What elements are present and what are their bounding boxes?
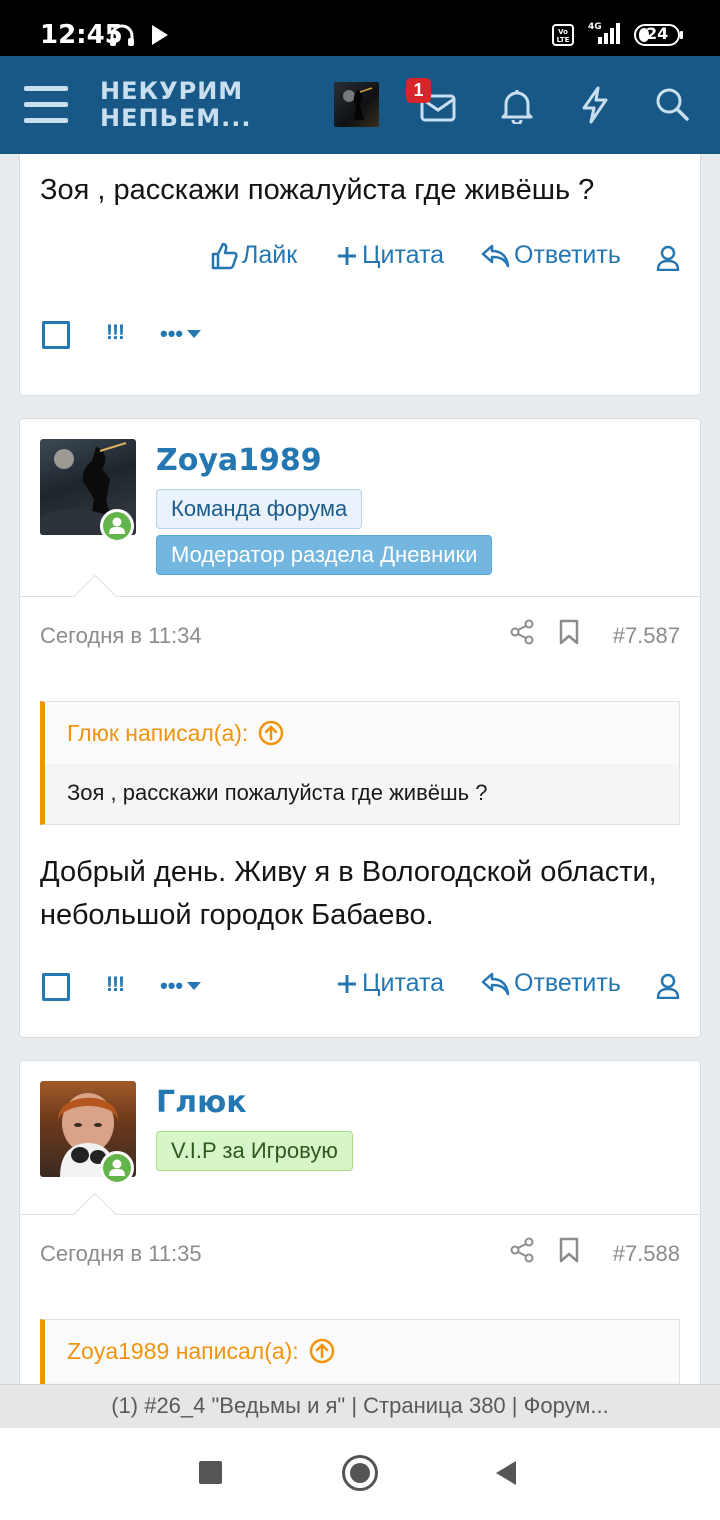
plus-icon — [338, 974, 356, 993]
logo-line-2: НЕПЬЕМ... — [100, 104, 252, 132]
user-title-badge: V.I.P за Игровую — [156, 1131, 353, 1171]
play-icon — [150, 24, 170, 51]
volte-icon: Vo LTE — [552, 24, 574, 51]
post: Зоя , расскажи пожалуйста где живёшь ? Л… — [19, 154, 701, 396]
svg-text:Vo: Vo — [558, 28, 568, 36]
quote-text: Зоя , расскажи пожалуйста где живёшь ? — [67, 780, 488, 805]
plus-icon — [338, 246, 356, 265]
user-avatar[interactable] — [334, 82, 379, 127]
post-author: Глюк V.I.P за Игровую — [20, 1061, 700, 1236]
recents-icon[interactable] — [199, 1461, 222, 1484]
menu-icon[interactable] — [24, 86, 68, 124]
post-date[interactable]: Сегодня в 11:35 — [40, 1241, 202, 1267]
post-number[interactable]: #7.587 — [613, 623, 680, 649]
signal-icon: 4G — [582, 20, 624, 51]
battery-icon: 24 — [634, 23, 684, 52]
reply-icon — [481, 972, 510, 995]
quote-button[interactable]: Цитата — [336, 969, 444, 998]
logo-line-1: НЕКУРИМ — [100, 77, 244, 105]
arrow-up-circle-icon — [309, 1338, 334, 1364]
lightning-icon[interactable] — [580, 86, 610, 129]
more-menu-button[interactable]: ••• — [160, 973, 202, 999]
report-button[interactable]: !!! — [106, 321, 125, 345]
reply-label: Ответить — [514, 969, 621, 997]
quote-block: Zoya1989 написал(а): — [40, 1319, 680, 1384]
share-icon[interactable] — [510, 1237, 534, 1268]
user-icon[interactable] — [656, 245, 680, 271]
user-role-badge: Модератор раздела Дневники — [156, 535, 493, 575]
reply-button[interactable]: Ответить — [480, 241, 621, 270]
author-username[interactable]: Zoya1989 — [156, 443, 322, 478]
thread-content: Зоя , расскажи пожалуйста где живёшь ? Л… — [0, 154, 720, 1384]
quote-button[interactable]: Цитата — [336, 241, 444, 270]
home-icon[interactable] — [342, 1455, 378, 1491]
notification-badge: 1 — [406, 78, 431, 103]
quote-author-link[interactable]: Zoya1989 написал(а): — [45, 1320, 679, 1382]
reply-button[interactable]: Ответить — [480, 969, 621, 998]
quote-author-link[interactable]: Глюк написал(а): — [45, 702, 679, 764]
author-username[interactable]: Глюк — [156, 1085, 247, 1120]
author-caret — [73, 574, 117, 618]
post-text: Добрый день. Живу я в Вологодской област… — [40, 856, 657, 931]
post: Zoya1989 Команда форума Модератор раздел… — [19, 418, 701, 1038]
select-checkbox[interactable] — [42, 321, 70, 349]
quote-author: Глюк написал(а): — [67, 720, 249, 746]
bookmark-icon[interactable] — [558, 619, 580, 650]
network-label: 4G — [588, 22, 602, 32]
chevron-down-icon — [187, 982, 202, 990]
select-checkbox[interactable] — [42, 973, 70, 1001]
quote-label: Цитата — [362, 969, 445, 997]
share-icon[interactable] — [510, 619, 534, 650]
quote-label: Цитата — [362, 241, 445, 269]
post-author: Zoya1989 Команда форума Модератор раздел… — [20, 419, 700, 618]
bookmark-icon[interactable] — [558, 1237, 580, 1268]
like-label: Лайк — [242, 241, 298, 269]
back-icon[interactable] — [494, 1460, 518, 1491]
system-nav-bar — [0, 1428, 720, 1520]
post-number[interactable]: #7.588 — [613, 1241, 680, 1267]
author-caret — [73, 1192, 117, 1236]
user-title-badge: Команда форума — [156, 489, 363, 529]
quote-author: Zoya1989 написал(а): — [67, 1338, 299, 1364]
online-status-icon — [100, 509, 134, 543]
post: Глюк V.I.P за Игровую Сегодня в 11:35 #7… — [19, 1060, 701, 1384]
like-button[interactable]: Лайк — [210, 241, 297, 270]
headphones-icon — [108, 22, 136, 53]
reply-icon — [481, 244, 510, 267]
thumbs-up-icon — [211, 242, 238, 269]
bell-icon[interactable] — [500, 88, 534, 129]
battery-level: 24 — [646, 24, 669, 43]
online-status-icon — [100, 1151, 134, 1185]
report-button[interactable]: !!! — [106, 973, 125, 997]
svg-text:LTE: LTE — [557, 36, 570, 44]
page-title-bar[interactable]: (1) #26_4 "Ведьмы и я" | Страница 380 | … — [0, 1384, 720, 1428]
arrow-up-circle-icon — [259, 720, 284, 746]
quote-block: Глюк написал(а): Зоя , расскажи пожалуйс… — [40, 701, 680, 825]
app-header: НЕКУРИМ НЕПЬЕМ... 1 — [0, 56, 720, 154]
post-date[interactable]: Сегодня в 11:34 — [40, 623, 202, 649]
reply-label: Ответить — [514, 241, 621, 269]
chevron-down-icon — [187, 330, 202, 338]
user-icon[interactable] — [656, 973, 680, 999]
status-bar: 12:45 Vo LTE 4G 24 — [0, 0, 720, 56]
search-icon[interactable] — [654, 86, 690, 127]
post-text: Зоя , расскажи пожалуйста где живёшь ? — [40, 174, 595, 206]
site-logo[interactable]: НЕКУРИМ НЕПЬЕМ... — [100, 78, 252, 132]
more-menu-button[interactable]: ••• — [160, 321, 202, 347]
